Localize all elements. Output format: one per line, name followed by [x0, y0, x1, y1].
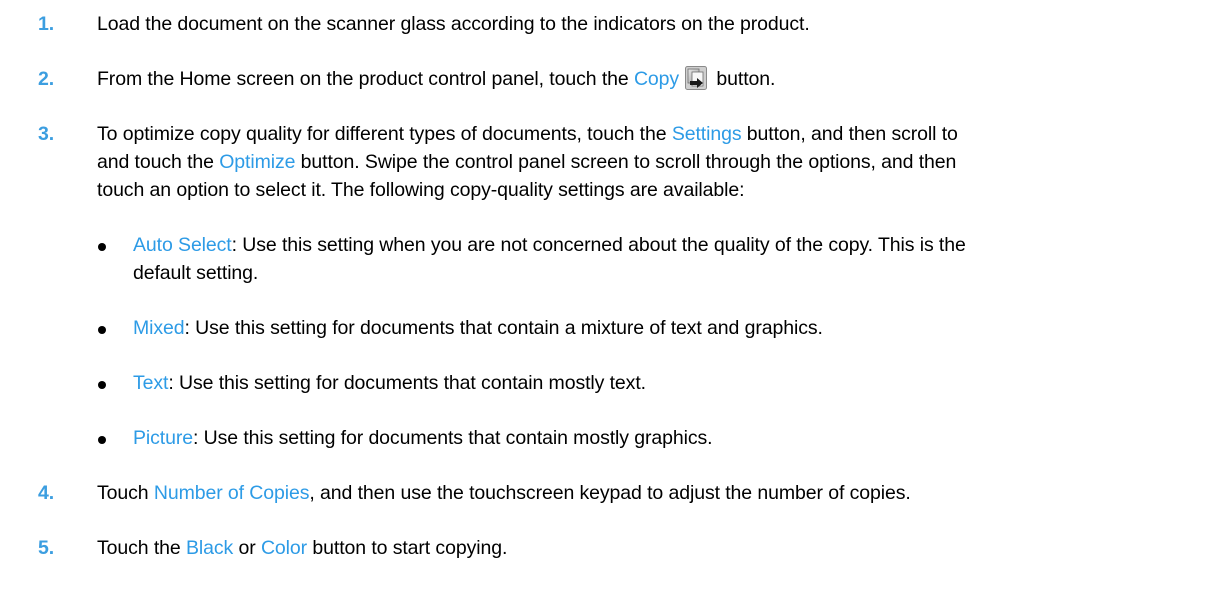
- bullet-dot: [98, 326, 106, 334]
- option-desc: : Use this setting when you are not conc…: [231, 234, 966, 256]
- copy-button-label: Copy: [633, 68, 680, 90]
- step-number: 1.: [38, 13, 55, 35]
- bullet-dot: [98, 436, 106, 444]
- bullet-dot: [98, 381, 106, 389]
- step-text: Touch the Black or Color button to start…: [97, 534, 1197, 562]
- text-run: or: [233, 537, 261, 559]
- step-3-line-2: and touch the Optimize button. Swipe the…: [97, 148, 1197, 176]
- option-desc-cont: default setting.: [133, 262, 259, 284]
- black-button-label: Black: [185, 537, 234, 559]
- step-text: To optimize copy quality for different t…: [97, 120, 1197, 204]
- text-run: button, and then scroll to: [741, 123, 958, 145]
- text-run: , and then use the touchscreen keypad to…: [309, 482, 911, 504]
- bullet-dot: [98, 243, 106, 251]
- option-desc: : Use this setting for documents that co…: [168, 372, 646, 394]
- step-number: 5.: [38, 537, 55, 559]
- option-text-body: Text: Use this setting for documents tha…: [133, 369, 1193, 397]
- number-of-copies-label: Number of Copies: [153, 482, 310, 504]
- option-text: Auto Select: Use this setting when you a…: [133, 231, 1193, 287]
- option-desc: : Use this setting for documents that co…: [184, 317, 823, 339]
- text-run: touch an option to select it. The follow…: [97, 179, 745, 201]
- text-run: Touch the: [97, 537, 186, 559]
- step-2-text-before: From the Home screen on the product cont…: [97, 68, 634, 90]
- settings-button-label: Settings: [671, 123, 742, 145]
- step-number: 2.: [38, 68, 55, 90]
- option-text: Picture: Use this setting for documents …: [133, 424, 1193, 452]
- text-run: Touch: [97, 482, 154, 504]
- auto-select-label: Auto Select: [133, 234, 232, 256]
- step-text: From the Home screen on the product cont…: [97, 65, 1197, 93]
- step-1-text: Load the document on the scanner glass a…: [97, 13, 810, 35]
- color-button-label: Color: [260, 537, 308, 559]
- step-2-text-after: button.: [711, 68, 776, 90]
- text-run: button. Swipe the control panel screen t…: [295, 151, 957, 173]
- step-3-line-1: To optimize copy quality for different t…: [97, 120, 1197, 148]
- step-text: Touch Number of Copies, and then use the…: [97, 479, 1197, 507]
- optimize-button-label: Optimize: [219, 151, 296, 173]
- text-run: and touch the: [97, 151, 220, 173]
- text-run: To optimize copy quality for different t…: [97, 123, 672, 145]
- text-run: button to start copying.: [307, 537, 508, 559]
- option-desc: : Use this setting for documents that co…: [193, 427, 713, 449]
- step-number: 4.: [38, 482, 55, 504]
- step-text: Load the document on the scanner glass a…: [97, 10, 1197, 38]
- mixed-label: Mixed: [133, 317, 185, 339]
- step-number: 3.: [38, 123, 55, 145]
- picture-label: Picture: [133, 427, 193, 449]
- step-3-line-3: touch an option to select it. The follow…: [97, 176, 1197, 204]
- option-text: Mixed: Use this setting for documents th…: [133, 314, 1193, 342]
- copy-button-icon: [685, 66, 708, 90]
- text-label: Text: [133, 372, 169, 394]
